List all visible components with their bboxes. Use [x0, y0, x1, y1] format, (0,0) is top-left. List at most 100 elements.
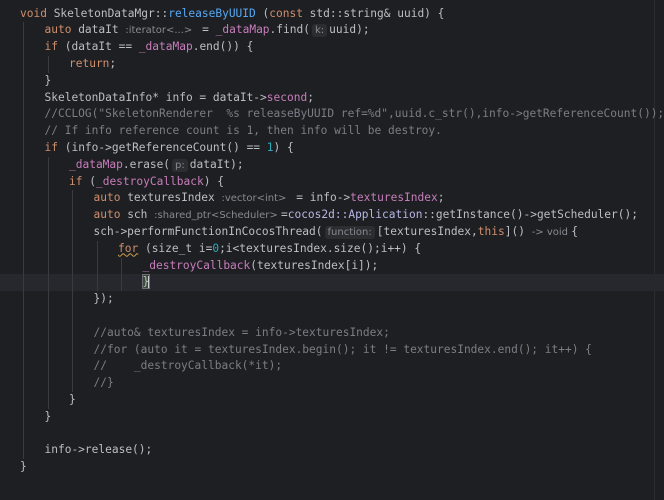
indent-guide: [121, 257, 122, 292]
code-line-text: auto texturesIndex :vector<int> = info->…: [94, 190, 445, 208]
code-line[interactable]: sch->performFunctionInCocosThread(functi…: [0, 224, 664, 241]
code-line[interactable]: }: [0, 459, 664, 476]
code-comment: // _destroyCallback(*it);: [93, 359, 283, 373]
code-comment: //CCLOG("SkeletonRenderer %s releaseByUU…: [44, 107, 664, 121]
code-token: (texturesIndex[i]);: [250, 258, 379, 272]
code-token: }: [44, 73, 52, 87]
type-hint: :iterator<...>: [125, 25, 196, 37]
code-line[interactable]: //auto& texturesIndex = info->texturesIn…: [0, 325, 664, 342]
code-line[interactable]: //for (auto it = texturesIndex.begin(); …: [0, 342, 664, 359]
indent-guide: [96, 240, 98, 292]
text-caret: [148, 275, 150, 289]
parameter-hint: function:: [324, 225, 375, 239]
code-token: }: [44, 409, 52, 423]
code-line[interactable]: //}: [0, 375, 664, 392]
code-line[interactable]: //CCLOG("SkeletonRenderer %s releaseByUU…: [0, 106, 664, 123]
code-line[interactable]: auto texturesIndex :vector<int> = info->…: [0, 190, 664, 207]
code-token: sch: [127, 208, 155, 222]
code-line-text: // If info reference count is 1, then in…: [45, 123, 442, 140]
code-token: SkeletonDataMgr::: [53, 6, 169, 20]
code-token: {: [571, 224, 578, 238]
code-token: }: [20, 460, 27, 474]
code-line[interactable]: [0, 426, 664, 443]
code-line[interactable]: }: [0, 274, 664, 292]
code-comment: //for (auto it = texturesIndex.begin(); …: [93, 342, 592, 356]
code-token: sch->performFunctionInCocosThread(: [93, 224, 323, 238]
code-line[interactable]: _destroyCallback(texturesIndex[i]);: [0, 258, 664, 275]
code-comment: //auto& texturesIndex = info->texturesIn…: [93, 325, 390, 339]
code-line-text: _dataMap.erase(p: dataIt);: [69, 157, 244, 174]
code-token: ](): [504, 224, 532, 238]
code-line[interactable]: }: [0, 392, 664, 409]
code-token: uuid);: [329, 23, 370, 37]
code-line-text: return;: [69, 56, 116, 73]
code-token: texturesIndex: [127, 191, 222, 205]
code-token: const: [269, 6, 310, 20]
code-line-text: if (dataIt == _dataMap.end()) {: [45, 39, 254, 56]
code-token: dataIt: [78, 23, 126, 37]
indent-guide: [47, 55, 49, 73]
code-line-text: }: [69, 392, 76, 409]
code-line[interactable]: auto dataIt :iterator<...> = _dataMap.fi…: [0, 22, 664, 39]
code-token: _destroyCallback: [142, 258, 251, 272]
code-token-warning: for: [118, 241, 139, 255]
indent-guide: [72, 190, 73, 392]
code-line[interactable]: if (info->getReferenceCount() == 1) {: [0, 140, 664, 157]
code-token: ;: [307, 90, 314, 104]
code-line[interactable]: [0, 308, 664, 325]
code-token: _dataMap: [69, 157, 123, 171]
code-token: (: [89, 174, 96, 188]
code-token: (info->getReferenceCount() ==: [64, 140, 267, 154]
code-line[interactable]: auto sch :shared_ptr<Scheduler> =cocos2d…: [0, 207, 664, 224]
code-token: ) {: [273, 140, 294, 154]
code-line[interactable]: // If info reference count is 1, then in…: [0, 123, 664, 140]
code-line[interactable]: return;: [0, 56, 664, 73]
code-comment: // If info reference count is 1, then in…: [44, 124, 442, 138]
code-line-text: auto dataIt :iterator<...> = _dataMap.fi…: [45, 22, 370, 40]
code-line[interactable]: if (_destroyCallback) {: [0, 174, 664, 191]
code-token: _dataMap: [215, 23, 270, 37]
code-token: = info->: [289, 191, 351, 205]
code-line[interactable]: for (size_t i=0;i<texturesIndex.size();i…: [0, 241, 664, 258]
indent-guide: [47, 156, 49, 409]
code-line[interactable]: // _destroyCallback(*it);: [0, 358, 664, 375]
code-line-text: info->release();: [45, 442, 153, 459]
code-token: second: [266, 90, 308, 104]
code-token: this: [477, 224, 505, 238]
code-line-text: //CCLOG("SkeletonRenderer %s releaseByUU…: [45, 106, 664, 123]
code-token: SkeletonDataInfo* info = dataIt->: [44, 90, 267, 104]
code-line-text: // _destroyCallback(*it);: [94, 358, 283, 375]
code-token: (: [255, 6, 270, 20]
parameter-hint: p:: [172, 158, 188, 172]
code-line-text: }: [20, 459, 27, 476]
type-hint: -> void: [531, 226, 572, 238]
code-token: ;i<texturesIndex.size();i++) {: [219, 241, 422, 255]
code-line-text: for (size_t i=0;i<texturesIndex.size();i…: [118, 241, 421, 258]
code-line[interactable]: _dataMap.erase(p: dataIt);: [0, 157, 664, 174]
code-editor[interactable]: void SkeletonDataMgr::releaseByUUID (con…: [0, 0, 664, 500]
type-hint: :vector<int>: [221, 193, 290, 205]
code-line[interactable]: void SkeletonDataMgr::releaseByUUID (con…: [0, 6, 664, 23]
code-line[interactable]: });: [0, 291, 664, 308]
code-token: }: [69, 392, 76, 406]
code-line[interactable]: }: [0, 73, 664, 90]
indent-guide: [23, 22, 24, 460]
code-line[interactable]: info->release();: [0, 442, 664, 459]
code-line[interactable]: if (dataIt == _dataMap.end()) {: [0, 39, 664, 56]
code-token: (size_t i=: [138, 241, 213, 255]
code-token: ;: [109, 56, 117, 70]
code-line[interactable]: SkeletonDataInfo* info = dataIt->second;: [0, 90, 664, 107]
code-token: (dataIt ==: [64, 40, 139, 54]
code-token: auto: [93, 208, 128, 222]
code-line-text: //auto& texturesIndex = info->texturesIn…: [94, 325, 390, 342]
code-token: find(: [276, 23, 310, 37]
code-token: _dataMap: [138, 40, 193, 54]
code-line-text: sch->performFunctionInCocosThread(functi…: [94, 224, 578, 242]
type-hint: :shared_ptr<Scheduler>: [154, 210, 281, 222]
code-line[interactable]: }: [0, 409, 664, 426]
code-line-text: if (_destroyCallback) {: [69, 174, 224, 191]
code-token: 1: [266, 140, 274, 154]
code-token: if: [69, 174, 90, 188]
code-line-text: }: [45, 73, 52, 90]
code-token: dataIt);: [189, 157, 244, 171]
